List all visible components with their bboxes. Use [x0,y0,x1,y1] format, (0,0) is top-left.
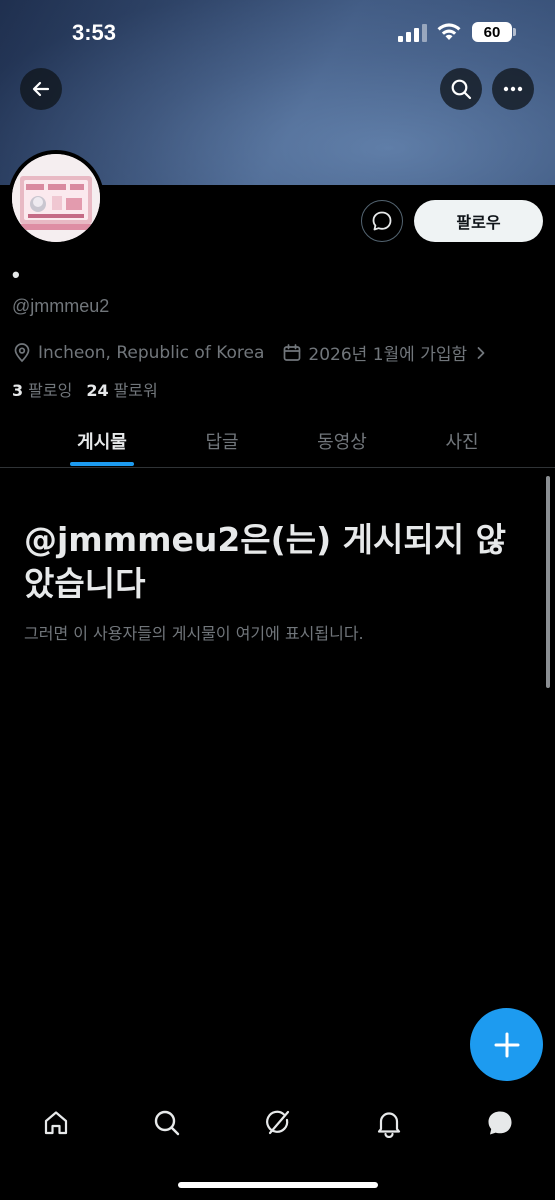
back-button[interactable] [20,68,62,110]
nav-home[interactable] [38,1105,74,1141]
follow-button[interactable]: 팔로우 [414,200,543,242]
following-count[interactable]: 3 [12,381,23,400]
followers-label[interactable]: 팔로워 [114,377,158,401]
status-time: 3:53 [72,20,117,45]
battery-indicator: 60 [472,22,516,42]
profile-handle: @jmmmeu2 [12,296,110,316]
search-button[interactable] [440,68,482,110]
home-icon [44,1111,68,1135]
search-icon [154,1110,180,1136]
tab-posts[interactable]: 게시물 [50,414,154,468]
signal-icon [398,24,427,42]
message-icon [372,211,392,231]
tab-photos[interactable]: 사진 [420,414,504,468]
profile-tabs: 게시물 답글 동영상 사진 [0,414,555,468]
nav-search[interactable] [149,1105,185,1141]
profile-meta: Incheon, Republic of Korea 2026년 1월에 가입함 [12,340,489,365]
followers-count[interactable]: 24 [86,381,108,400]
tab-replies[interactable]: 답글 [180,414,264,468]
display-name: • [12,262,20,287]
tab-videos[interactable]: 동영상 [290,414,394,468]
status-bar: 3:53 60 [0,0,555,66]
follow-stats: 3 팔로잉 24 팔로워 [12,377,172,401]
calendar-icon [284,343,301,361]
active-tab-indicator [70,462,134,466]
more-icon [503,86,523,92]
nav-messages[interactable] [482,1105,518,1141]
chevron-right-icon[interactable] [473,345,489,361]
nav-notifications[interactable] [371,1105,407,1141]
empty-state-subtitle: 그러면 이 사용자들의 게시물이 여기에 표시됩니다. [24,624,364,643]
chat-icon [488,1111,512,1135]
plus-icon [494,1032,519,1057]
message-button[interactable] [361,200,403,242]
wifi-icon [437,23,461,40]
avatar[interactable] [8,150,104,246]
joined-date[interactable]: 2026년 1월에 가입함 [308,340,467,365]
avatar-image [12,154,100,242]
bottom-nav [0,1095,555,1155]
grok-icon [266,1110,290,1135]
following-label[interactable]: 팔로잉 [28,377,72,401]
home-indicator [178,1182,378,1188]
location-pin-icon [14,342,30,362]
empty-state-title: @jmmmeu2은(는) 게시되지 않았습니다 [24,520,506,603]
nav-grok[interactable] [260,1105,296,1141]
more-button[interactable] [492,68,534,110]
bell-icon [377,1112,401,1138]
scrollbar[interactable] [546,476,550,688]
location-text: Incheon, Republic of Korea [38,342,265,363]
back-arrow-icon [32,81,50,97]
search-icon [451,79,472,100]
compose-button[interactable] [470,1008,543,1081]
